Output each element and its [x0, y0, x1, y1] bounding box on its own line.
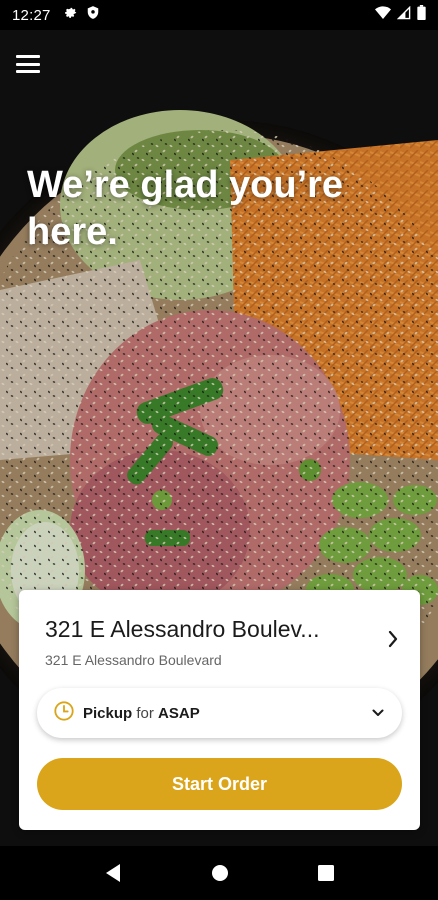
- chevron-down-icon: [372, 704, 384, 722]
- location-selector[interactable]: 321 E Alessandro Boulev... 321 E Alessan…: [19, 590, 420, 680]
- hamburger-menu-button[interactable]: [14, 52, 42, 76]
- pickup-label: Pickup for ASAP: [83, 705, 200, 722]
- status-time: 12:27: [12, 6, 51, 24]
- welcome-headline: We’re glad you’re here.: [27, 164, 344, 253]
- chevron-right-icon: [388, 630, 398, 653]
- gear-icon: [63, 5, 78, 25]
- pickup-connector: for: [136, 704, 154, 722]
- recents-icon[interactable]: [317, 865, 334, 881]
- menu-line: [16, 55, 40, 58]
- home-icon[interactable]: [211, 864, 229, 882]
- menu-line: [16, 62, 40, 66]
- back-icon[interactable]: [104, 863, 122, 883]
- shield-icon: [86, 5, 100, 25]
- wifi-icon: [375, 5, 391, 25]
- menu-line: [16, 70, 40, 73]
- pickup-time-selector[interactable]: Pickup for ASAP: [37, 688, 402, 738]
- start-order-button[interactable]: Start Order: [37, 758, 402, 810]
- system-navigation-bar: [0, 846, 438, 900]
- location-address: 321 E Alessandro Boulevard: [45, 652, 222, 668]
- order-card: 321 E Alessandro Boulev... 321 E Alessan…: [19, 590, 420, 830]
- clock-icon: [53, 700, 75, 727]
- pickup-time: ASAP: [158, 704, 200, 722]
- battery-icon: [417, 5, 426, 25]
- signal-icon: [396, 5, 411, 25]
- location-name: 321 E Alessandro Boulev...: [45, 616, 320, 642]
- status-bar: 12:27: [0, 0, 438, 30]
- pickup-mode: Pickup: [83, 704, 133, 722]
